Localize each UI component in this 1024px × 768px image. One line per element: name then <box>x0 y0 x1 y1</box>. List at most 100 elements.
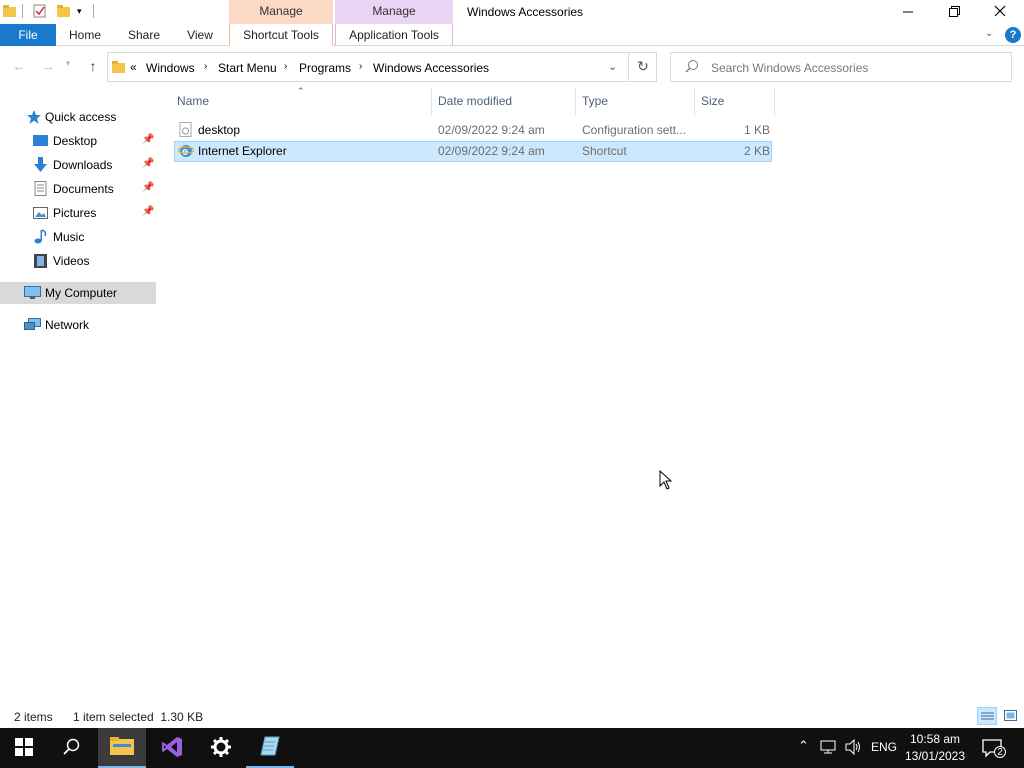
notification-count-badge: 2 <box>994 746 1006 758</box>
nav-item-label: Desktop <box>53 134 98 148</box>
nav-item-desktop[interactable]: Desktop 📌 <box>0 130 156 152</box>
documents-icon <box>33 181 49 197</box>
column-divider[interactable] <box>694 88 695 116</box>
breadcrumb-separator-icon[interactable]: › <box>359 61 362 72</box>
breadcrumb-overflow[interactable]: « <box>130 60 137 74</box>
tab-application-tools[interactable]: Application Tools <box>335 24 453 46</box>
minimize-button[interactable] <box>885 0 931 24</box>
taskbar-file-explorer[interactable] <box>98 728 146 768</box>
desktop-icon <box>33 133 49 149</box>
tab-shortcut-tools[interactable]: Shortcut Tools <box>229 24 333 46</box>
pin-icon[interactable]: 📌 <box>142 158 154 169</box>
folder-icon[interactable] <box>3 4 17 18</box>
column-divider[interactable] <box>774 88 775 116</box>
nav-item-label: Network <box>45 318 90 332</box>
star-icon <box>26 109 42 125</box>
help-icon[interactable]: ? <box>1005 27 1021 43</box>
music-icon <box>33 229 49 245</box>
nav-item-pictures[interactable]: Pictures 📌 <box>0 202 156 224</box>
back-button[interactable]: ← <box>9 58 29 76</box>
minimize-icon <box>902 4 914 20</box>
column-divider[interactable] <box>575 88 576 116</box>
expand-ribbon-icon[interactable]: ⌄ <box>985 28 993 39</box>
file-explorer-icon <box>110 736 134 759</box>
search-placeholder: Search Windows Accessories <box>711 61 869 75</box>
volume-icon[interactable] <box>845 738 861 758</box>
breadcrumb-programs[interactable]: Programs <box>299 61 351 75</box>
start-button[interactable] <box>0 728 48 768</box>
search-input[interactable]: Search Windows Accessories <box>670 52 1012 82</box>
folder-icon <box>112 60 126 77</box>
column-header-size[interactable]: Size <box>701 94 724 114</box>
search-icon <box>685 59 699 76</box>
pin-icon[interactable]: 📌 <box>142 134 154 145</box>
file-type: Shortcut <box>582 144 627 158</box>
new-folder-icon[interactable] <box>57 4 71 18</box>
window-title: Windows Accessories <box>467 5 584 19</box>
back-arrow-icon: ← <box>12 58 26 74</box>
visual-studio-icon <box>161 736 183 761</box>
refresh-button[interactable]: ↻ <box>628 52 657 82</box>
taskbar-app[interactable] <box>246 728 294 768</box>
tab-view[interactable]: View <box>178 24 222 46</box>
close-button[interactable] <box>977 0 1023 24</box>
table-row[interactable]: desktop 02/09/2022 9:24 am Configuration… <box>174 120 772 141</box>
column-header-date-modified[interactable]: Date modified <box>438 94 512 114</box>
taskbar: ⌃ ENG 10:58 am 13/01/2023 2 <box>0 728 1024 768</box>
nav-item-label: Quick access <box>45 110 117 124</box>
breadcrumb-windows[interactable]: Windows <box>146 61 195 75</box>
nav-item-label: Music <box>53 230 85 244</box>
network-status-icon[interactable] <box>820 739 838 758</box>
up-button[interactable]: ↑ <box>83 58 103 76</box>
breadcrumb-start-menu[interactable]: Start Menu <box>218 61 277 75</box>
file-type: Configuration sett... <box>582 123 687 137</box>
column-header-type[interactable]: Type <box>582 94 608 114</box>
show-hidden-icons-icon[interactable]: ⌃ <box>798 738 809 754</box>
forward-button[interactable]: → <box>38 58 58 76</box>
address-row: ← → ▾ ↑ « Windows › Start Menu › Program… <box>0 50 1024 84</box>
ribbon-tabs: File Home Share View Shortcut Tools Appl… <box>0 24 1024 46</box>
properties-icon[interactable] <box>33 4 47 18</box>
breadcrumb-windows-accessories[interactable]: Windows Accessories <box>373 61 489 75</box>
nav-item-videos[interactable]: Videos <box>0 250 156 272</box>
nav-item-music[interactable]: Music <box>0 226 156 248</box>
column-divider[interactable] <box>431 88 432 116</box>
refresh-icon: ↻ <box>637 58 649 74</box>
tab-share[interactable]: Share <box>122 24 166 46</box>
internet-explorer-icon: e <box>177 143 195 162</box>
language-indicator[interactable]: ENG <box>871 740 897 754</box>
restore-button[interactable] <box>931 0 977 24</box>
nav-item-my-computer[interactable]: My Computer <box>0 282 156 304</box>
action-center-button[interactable]: 2 <box>982 738 1006 761</box>
breadcrumb-separator-icon[interactable]: › <box>204 61 207 72</box>
qat-customize-icon[interactable]: ▾ <box>77 6 82 17</box>
nav-item-documents[interactable]: Documents 📌 <box>0 178 156 200</box>
column-header-name[interactable]: Name <box>177 94 209 114</box>
search-button[interactable] <box>48 728 96 768</box>
status-bar: 2 items 1 item selected 1.30 KB <box>0 706 1024 728</box>
pin-icon[interactable]: 📌 <box>142 206 154 217</box>
address-bar[interactable]: « Windows › Start Menu › Programs › Wind… <box>107 52 657 82</box>
context-tab-manage-shortcut: Manage <box>229 0 333 24</box>
details-view-button[interactable] <box>977 707 997 725</box>
large-icons-view-button[interactable] <box>1001 707 1021 725</box>
nav-item-downloads[interactable]: Downloads 📌 <box>0 154 156 176</box>
qat-divider <box>93 4 94 18</box>
title-bar: ▾ Manage Manage Windows Accessories <box>0 0 1024 24</box>
breadcrumb-separator-icon[interactable]: › <box>284 61 287 72</box>
pin-icon[interactable]: 📌 <box>142 182 154 193</box>
clock[interactable]: 10:58 am 13/01/2023 <box>900 731 970 765</box>
nav-item-quick-access[interactable]: Quick access <box>0 106 156 128</box>
taskbar-visual-studio[interactable] <box>148 728 196 768</box>
tab-file[interactable]: File <box>0 24 56 46</box>
tab-home[interactable]: Home <box>62 24 108 46</box>
search-icon <box>63 738 81 759</box>
table-row[interactable]: e Internet Explorer 02/09/2022 9:24 am S… <box>174 141 772 162</box>
nav-item-network[interactable]: Network <box>0 314 156 336</box>
taskbar-settings[interactable] <box>197 728 245 768</box>
gear-icon <box>210 736 232 761</box>
nav-item-label: Downloads <box>53 158 113 172</box>
address-dropdown-icon[interactable]: ⌄ <box>608 60 617 73</box>
chevron-down-icon: ▾ <box>65 58 71 68</box>
recent-locations-button[interactable]: ▾ <box>62 58 74 76</box>
